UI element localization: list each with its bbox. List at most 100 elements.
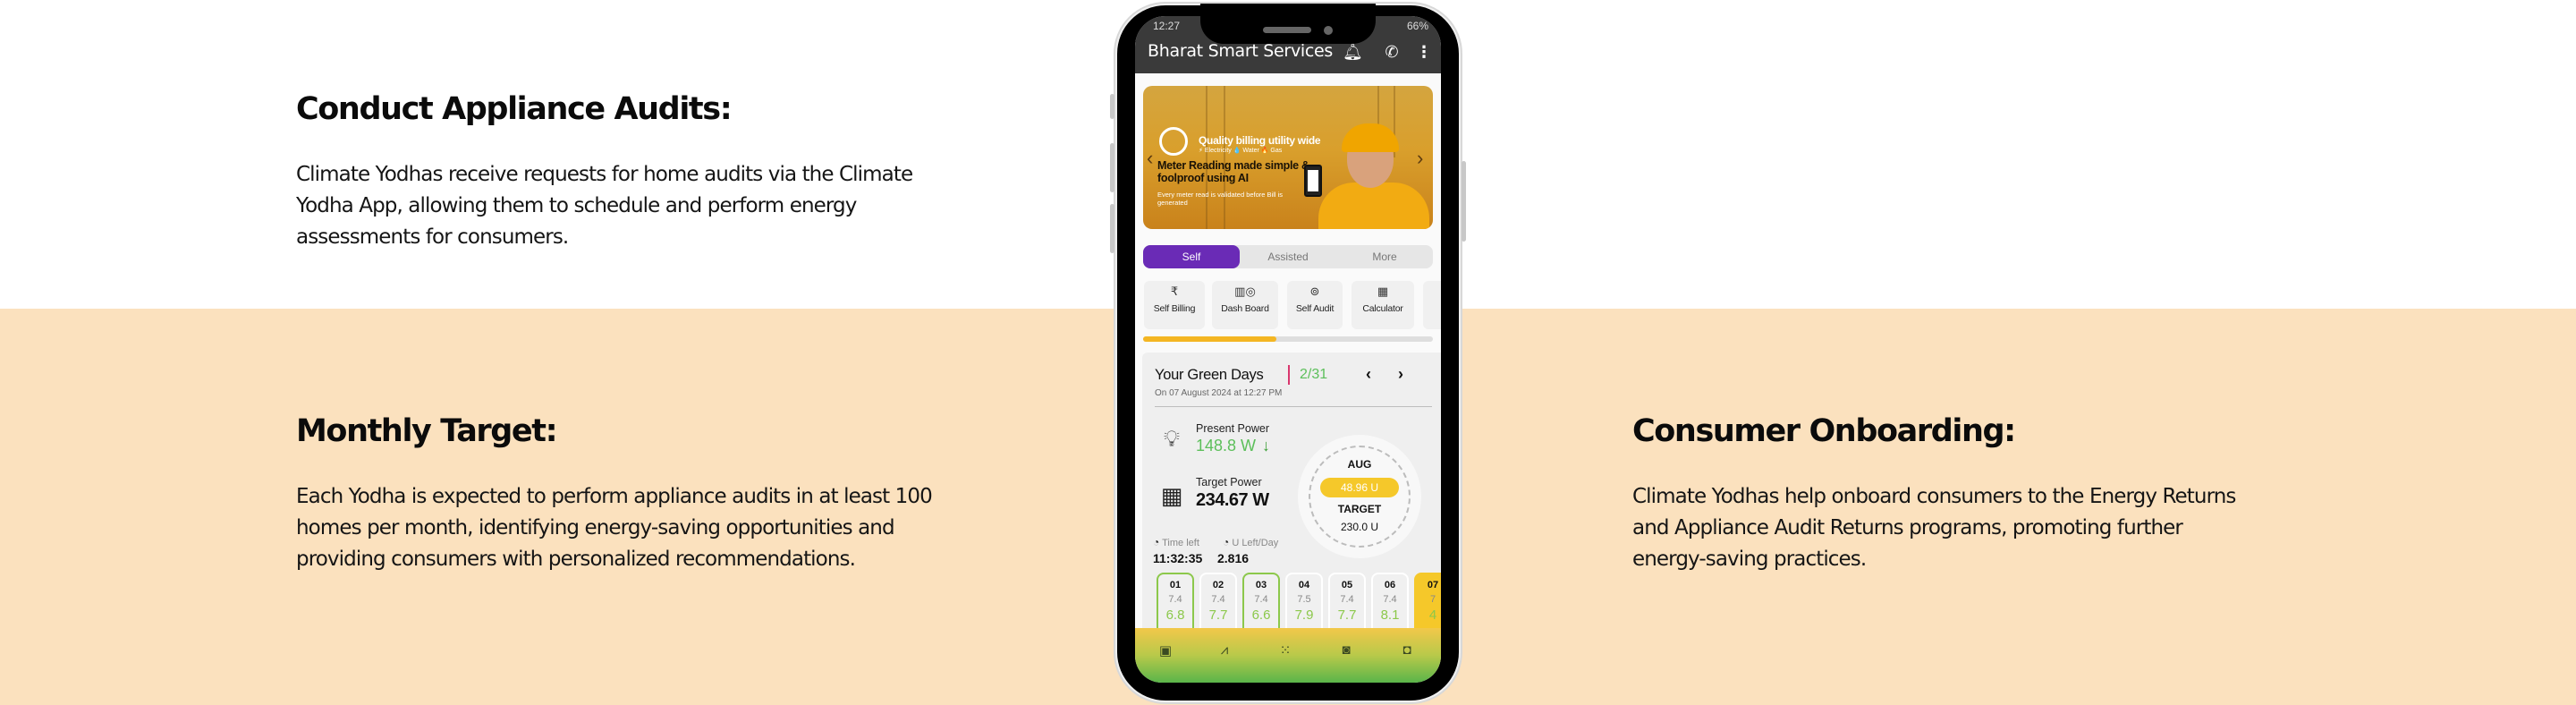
day-cell[interactable]: 03 7.4 6.6 [1242, 573, 1280, 635]
front-camera [1324, 26, 1333, 35]
day-day: 07 [1427, 580, 1439, 590]
feature-body: Climate Yodhas help onboard consumers to… [1632, 485, 2236, 571]
day-target: 7 [1429, 594, 1436, 605]
banner-title: Meter Reading made simple & foolproof us… [1157, 159, 1309, 184]
power-bulb-icon: 💡︎ [1163, 425, 1181, 452]
more-vert-icon[interactable]: ⋮ [1414, 43, 1434, 62]
feature-body: Climate Yodhas receive requests for home… [296, 163, 913, 249]
day-cell[interactable]: 04 7.5 7.9 [1285, 573, 1323, 635]
target-power-value: 234.67 W [1196, 490, 1269, 510]
phone-side-button [1110, 94, 1114, 119]
status-time: 12:27 [1153, 20, 1181, 32]
segment-more[interactable]: More [1336, 245, 1433, 268]
target-power-label: Target Power [1196, 476, 1262, 488]
tile-label: Calculator [1362, 303, 1403, 314]
day-value: 6.8 [1165, 607, 1185, 623]
mode-segmented-control: Self Assisted More [1143, 245, 1433, 268]
profile-nav-icon[interactable]: ◘ [1396, 642, 1418, 664]
present-power-value: 148.8 W [1196, 437, 1257, 454]
feature-appliance-audits: Conduct Appliance Audits: Climate Yodhas… [296, 91, 922, 253]
banner-body: Every meter read is validated before Bil… [1157, 191, 1284, 207]
banner-utilities: ⚡ Electricity 💧 Water 🔥 Gas [1199, 148, 1283, 154]
tile-partial[interactable] [1423, 281, 1441, 329]
day-day: 05 [1341, 580, 1353, 590]
handheld-phone-graphic [1304, 165, 1322, 197]
day-value: 7.9 [1294, 607, 1314, 623]
feature-title: Consumer Onboarding: [1632, 413, 2016, 449]
day-value: 7.7 [1208, 607, 1228, 623]
month-usage-badge: 48.96 U [1320, 478, 1399, 497]
day-target: 7.4 [1254, 594, 1268, 605]
day-target: 7.4 [1383, 594, 1397, 605]
tile-label: Dash Board [1221, 303, 1269, 314]
day-cell[interactable]: 01 7.4 6.8 [1157, 573, 1194, 635]
day-day: 04 [1298, 580, 1310, 590]
day-day: 03 [1255, 580, 1267, 590]
feature-body: Each Yodha is expected to perform applia… [296, 485, 933, 571]
segment-assisted[interactable]: Assisted [1240, 245, 1336, 268]
day-value: 4 [1428, 607, 1437, 623]
chevron-left-icon[interactable]: ‹ [1366, 365, 1371, 384]
day-value: 7.7 [1337, 607, 1357, 623]
tiles-scrollbar[interactable] [1143, 336, 1433, 342]
promo-banner[interactable]: Quality billing utility wide ⚡ Electrici… [1143, 86, 1433, 229]
day-target: 7.4 [1168, 594, 1182, 605]
phone-notch [1200, 4, 1376, 44]
dashboard-icon: ▥◎ [1234, 285, 1256, 298]
calculator-icon: ▦ [1377, 285, 1389, 298]
tiles-scroll-thumb[interactable] [1143, 336, 1277, 342]
grid-nav-icon[interactable]: ⁙ [1275, 642, 1296, 664]
present-power-label: Present Power [1196, 422, 1269, 435]
analytics-nav-icon[interactable]: ⩘ [1214, 642, 1235, 664]
whatsapp-icon[interactable]: ✆ [1382, 43, 1402, 62]
time-left-text: Time left [1162, 538, 1199, 548]
phone-volume-down [1110, 204, 1114, 253]
audit-icon: ⊚ [1309, 285, 1320, 298]
banner-headline: Quality billing utility wide [1199, 134, 1321, 147]
tile-self-audit[interactable]: ⊚ Self Audit [1287, 281, 1343, 329]
feature-title: Monthly Target: [296, 413, 558, 449]
app-screen: 12:27 66% Bharat Smart Services 🔔︎ ✆ ⋮ Q… [1135, 16, 1441, 683]
arrow-down-icon: ↓ [1262, 437, 1270, 454]
day-target: 7.4 [1340, 594, 1354, 605]
green-days-title: Your Green Days [1155, 367, 1264, 383]
tile-calculator[interactable]: ▦ Calculator [1352, 281, 1414, 329]
tile-label: Self Billing [1153, 303, 1196, 314]
u-left-text: U Left/Day [1232, 538, 1279, 548]
tile-self-billing[interactable]: ₹ Self Billing [1144, 281, 1205, 329]
day-cell[interactable]: 02 7.4 7.7 [1199, 573, 1237, 635]
feature-monthly-target: Monthly Target: Each Yodha is expected t… [296, 413, 940, 575]
quick-actions: ₹ Self Billing ▥◎ Dash Board ⊚ Self Audi… [1144, 281, 1441, 331]
feature-title: Conduct Appliance Audits: [296, 91, 733, 127]
time-left-value: 11:32:35 [1153, 551, 1203, 565]
day-target: 7.5 [1297, 594, 1311, 605]
speaker [1263, 27, 1311, 33]
calculator-bulb-icon: ▦ [1160, 482, 1183, 509]
pylon-graphic [1206, 86, 1225, 229]
bell-icon[interactable]: 🔔︎ [1343, 43, 1363, 62]
audit-nav-icon[interactable]: ▣ [1155, 642, 1176, 664]
camera-nav-icon[interactable]: ◙ [1335, 642, 1357, 664]
title-divider [1288, 365, 1290, 385]
billing-icon: ₹ [1170, 285, 1179, 298]
month-label: AUG [1347, 458, 1372, 471]
tile-dash-board[interactable]: ▥◎ Dash Board [1212, 281, 1278, 329]
day-cell[interactable]: 06 7.4 8.1 [1371, 573, 1409, 635]
clock-icon: ◔ [1153, 536, 1160, 548]
day-cell[interactable]: 05 7.4 7.7 [1328, 573, 1366, 635]
segment-self[interactable]: Self [1143, 245, 1240, 268]
day-day: 02 [1212, 580, 1224, 590]
target-label: TARGET [1337, 503, 1382, 515]
banner-prev-icon[interactable]: ‹ [1147, 147, 1153, 170]
tile-label: Self Audit [1295, 303, 1335, 314]
divider [1155, 406, 1432, 407]
day-cell[interactable]: 07 7 4 [1414, 573, 1441, 635]
day-target: 7.4 [1211, 594, 1225, 605]
u-left-value: 2.816 [1217, 551, 1250, 565]
green-days-card: Your Green Days 2/31 ‹ › On 07 August 20… [1142, 352, 1441, 637]
chevron-right-icon[interactable]: › [1398, 365, 1403, 384]
green-days-date: On 07 August 2024 at 12:27 PM [1155, 388, 1283, 398]
billing-cycle-icon [1159, 127, 1188, 156]
banner-next-icon[interactable]: › [1417, 147, 1423, 170]
day-day: 01 [1169, 580, 1182, 590]
